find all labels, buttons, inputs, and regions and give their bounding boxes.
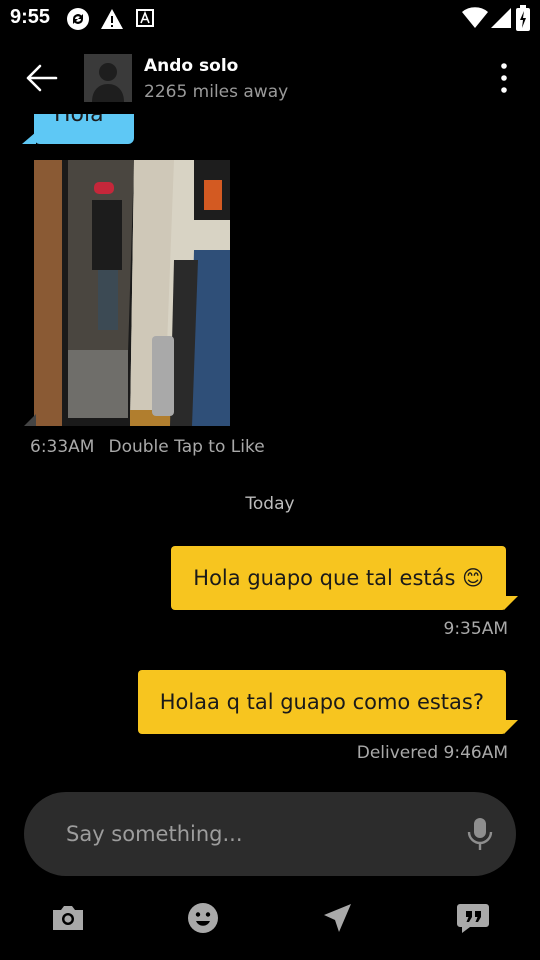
message-timestamp: 9:35AM: [443, 619, 508, 639]
microphone-icon[interactable]: [466, 816, 494, 852]
battery-icon: [516, 5, 530, 31]
bubble-tail: [24, 414, 36, 426]
delivery-status: Delivered 9:46AM: [356, 743, 508, 763]
emoji-button[interactable]: [185, 900, 221, 936]
profile-name[interactable]: Ando solo: [144, 56, 238, 76]
text-a-icon: [136, 9, 154, 27]
saved-phrases-button[interactable]: [455, 900, 491, 936]
status-time: 9:55: [10, 6, 51, 28]
camera-button[interactable]: [50, 900, 86, 936]
message-input[interactable]: [66, 814, 446, 854]
sent-message-bubble[interactable]: Hola guapo que tal estás 😊: [171, 546, 506, 610]
status-bar: 9:55: [0, 0, 540, 38]
profile-distance: 2265 miles away: [144, 82, 289, 102]
saved-phrases-icon: [457, 904, 489, 933]
message-composer: [24, 792, 516, 876]
arrow-left-icon[interactable]: [22, 58, 62, 98]
photo-timestamp: 6:33AM: [30, 437, 95, 457]
send-location-button[interactable]: [319, 900, 355, 936]
send-location-icon: [324, 904, 351, 932]
sent-message-text: Holaa q tal guapo como estas?: [159, 690, 484, 714]
sync-icon: [67, 8, 89, 30]
received-photo[interactable]: [34, 160, 230, 426]
double-tap-hint: Double Tap to Like: [108, 437, 265, 457]
warning-icon: [101, 9, 123, 29]
more-vertical-icon[interactable]: [488, 60, 520, 96]
emoji-icon: [188, 903, 218, 933]
mirror-selfie-image: [34, 160, 230, 426]
chat-header: Ando solo 2265 miles away: [0, 40, 540, 116]
sent-message-text: Hola guapo que tal estás 😊: [193, 566, 484, 590]
bubble-tail: [504, 596, 518, 610]
camera-icon: [53, 906, 83, 930]
bubble-tail: [504, 720, 518, 734]
photo-meta: 6:33AM Double Tap to Like: [30, 437, 265, 457]
bubble-tail: [22, 132, 36, 144]
sent-message-bubble[interactable]: Holaa q tal guapo como estas?: [137, 670, 506, 734]
received-message-text: Hola: [54, 114, 104, 127]
wifi-icon: [462, 7, 488, 29]
avatar[interactable]: [84, 54, 132, 102]
default-avatar-icon: [84, 54, 132, 102]
signal-icon: [491, 8, 511, 28]
received-message-bubble[interactable]: Hola: [34, 114, 134, 144]
date-divider: Today: [245, 494, 295, 514]
